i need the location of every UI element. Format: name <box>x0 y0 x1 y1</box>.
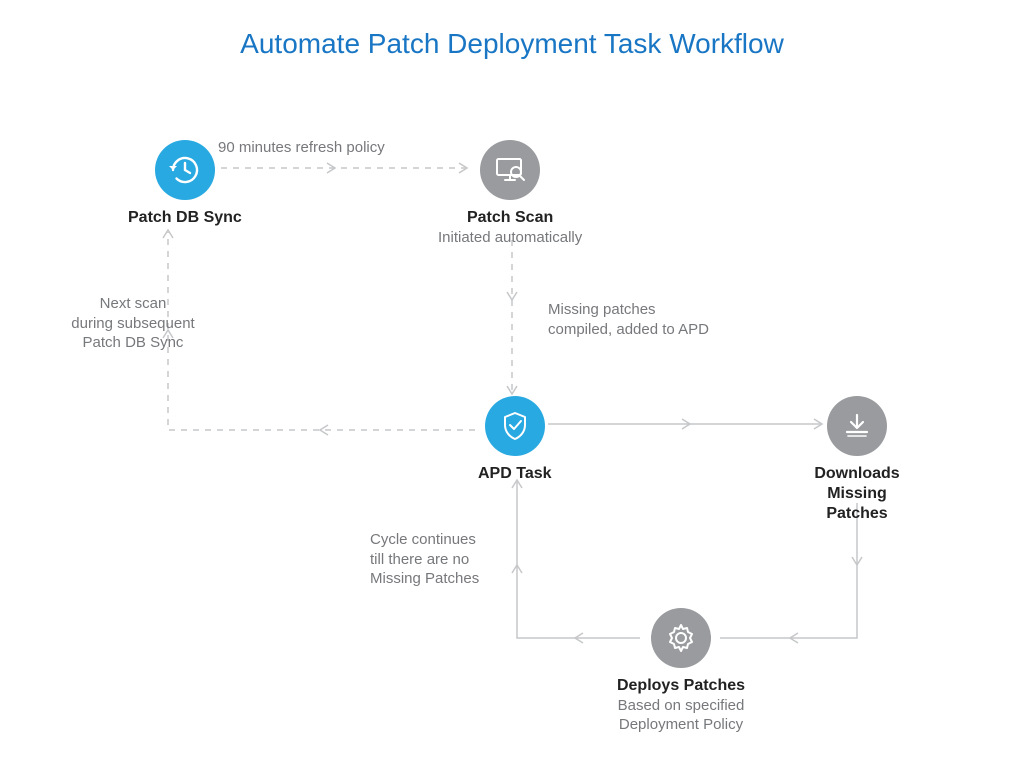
node-title: Downloads Missing Patches <box>796 464 918 524</box>
shield-check-icon <box>485 396 545 456</box>
node-subtitle: Based on specified Deployment Policy <box>618 697 745 735</box>
node-title: Deploys Patches <box>617 676 745 696</box>
download-icon <box>827 396 887 456</box>
connectors <box>0 0 1024 772</box>
node-title: Patch Scan <box>467 208 553 228</box>
diagram-title: Automate Patch Deployment Task Workflow <box>0 28 1024 60</box>
node-title: Patch DB Sync <box>128 208 242 228</box>
gear-icon <box>651 608 711 668</box>
monitor-search-icon <box>480 140 540 200</box>
edge-label-cycle: Cycle continues till there are no Missin… <box>370 530 479 589</box>
node-patch-scan: Patch Scan Initiated automatically <box>438 140 582 248</box>
history-clock-icon <box>155 140 215 200</box>
edge-label-next-scan: Next scan during subsequent Patch DB Syn… <box>58 294 208 353</box>
node-downloads: Downloads Missing Patches <box>796 396 918 524</box>
node-apd-task: APD Task <box>478 396 552 484</box>
edge-label-missing: Missing patches compiled, added to APD <box>548 300 709 339</box>
node-subtitle: Initiated automatically <box>438 229 582 248</box>
node-title: APD Task <box>478 464 552 484</box>
node-deploys: Deploys Patches Based on specified Deplo… <box>606 608 756 735</box>
edge-label-refresh: 90 minutes refresh policy <box>218 138 385 158</box>
